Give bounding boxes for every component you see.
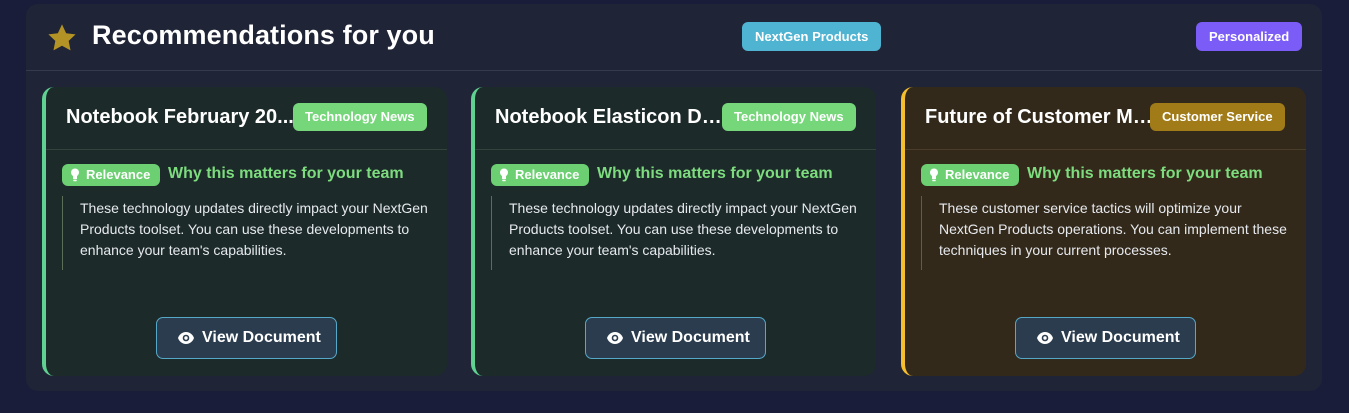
card-title: Future of Customer Ma... bbox=[925, 106, 1157, 128]
card-description: These technology updates directly impact… bbox=[62, 196, 432, 270]
view-document-label: View Document bbox=[631, 329, 750, 346]
card-title: Notebook February 20... bbox=[66, 106, 294, 128]
description-text: These technology updates directly impact… bbox=[80, 200, 428, 258]
eye-icon bbox=[1037, 332, 1053, 344]
personalized-badge: Personalized bbox=[1196, 22, 1303, 51]
description-text: These customer service tactics will opti… bbox=[939, 200, 1287, 258]
page-title: Recommendations for you bbox=[92, 20, 435, 50]
recommendation-card: Notebook Elasticon De... Technology News… bbox=[471, 87, 876, 376]
card-header: Notebook Elasticon De... Technology News bbox=[475, 87, 876, 150]
recommendations-panel: Recommendations for you NextGen Products… bbox=[26, 4, 1322, 391]
why-heading: Why this matters for your team bbox=[168, 165, 404, 182]
lightbulb-icon bbox=[71, 168, 79, 182]
category-tag: Customer Service bbox=[1150, 103, 1285, 131]
eye-icon bbox=[178, 332, 194, 344]
view-document-label: View Document bbox=[1061, 329, 1180, 346]
lightbulb-icon bbox=[930, 168, 938, 182]
card-description: These customer service tactics will opti… bbox=[921, 196, 1291, 270]
view-document-button[interactable]: View Document bbox=[156, 317, 337, 359]
relevance-badge: Relevance bbox=[62, 164, 161, 186]
recommendation-card: Notebook February 20... Technology News … bbox=[42, 87, 447, 376]
card-header: Notebook February 20... Technology News bbox=[46, 87, 447, 150]
card-header: Future of Customer Ma... Customer Servic… bbox=[905, 87, 1306, 150]
relevance-label: Relevance bbox=[86, 167, 151, 182]
star-icon bbox=[48, 24, 76, 51]
recommendation-card: Future of Customer Ma... Customer Servic… bbox=[901, 87, 1306, 376]
card-description: These technology updates directly impact… bbox=[491, 196, 861, 270]
view-document-button[interactable]: View Document bbox=[1015, 317, 1196, 359]
category-tag: Technology News bbox=[722, 103, 856, 131]
category-tag: Technology News bbox=[293, 103, 427, 131]
relevance-badge: Relevance bbox=[491, 164, 590, 186]
panel-header: Recommendations for you NextGen Products… bbox=[26, 4, 1322, 71]
relevance-badge: Relevance bbox=[921, 164, 1020, 186]
card-title: Notebook Elasticon De... bbox=[495, 106, 727, 128]
view-document-label: View Document bbox=[202, 329, 321, 346]
why-heading: Why this matters for your team bbox=[597, 165, 833, 182]
eye-icon bbox=[607, 332, 623, 344]
relevance-label: Relevance bbox=[515, 167, 580, 182]
view-document-button[interactable]: View Document bbox=[585, 317, 766, 359]
lightbulb-icon bbox=[500, 168, 508, 182]
nextgen-products-badge: NextGen Products bbox=[742, 22, 882, 51]
why-heading: Why this matters for your team bbox=[1027, 165, 1263, 182]
description-text: These technology updates directly impact… bbox=[509, 200, 857, 258]
relevance-label: Relevance bbox=[945, 167, 1010, 182]
